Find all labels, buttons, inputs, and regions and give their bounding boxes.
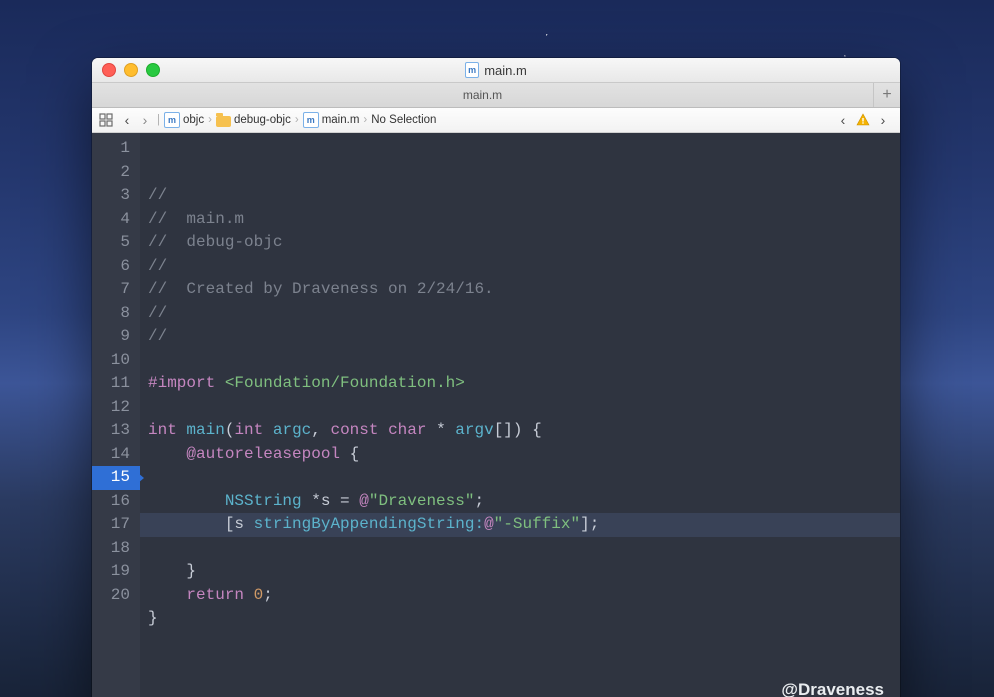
line-number: 17	[108, 513, 130, 537]
code-line[interactable]: //	[148, 302, 900, 326]
code-line[interactable]: //	[148, 255, 900, 279]
line-number: 13	[108, 419, 130, 443]
jumpbar-item-objc[interactable]: m objc	[163, 112, 205, 128]
tab-main-m[interactable]: main.m	[92, 83, 874, 107]
line-number: 6	[108, 255, 130, 279]
minimize-icon[interactable]	[124, 63, 138, 77]
tab-label: main.m	[463, 88, 502, 102]
line-number: 15	[92, 466, 140, 490]
code-line[interactable]: }	[148, 560, 900, 584]
window-title-text: main.m	[484, 63, 527, 78]
traffic-lights	[92, 63, 160, 77]
line-number: 14	[108, 443, 130, 467]
jumpbar-label: objc	[183, 114, 204, 126]
line-number: 8	[108, 302, 130, 326]
code-line[interactable]	[148, 631, 900, 655]
jumpbar-separator: |	[154, 114, 163, 126]
jump-bar: ‹ › | m objc › debug-objc › m main.m ›	[92, 108, 900, 133]
code-line[interactable]: // debug-objc	[148, 231, 900, 255]
code-line[interactable]	[148, 396, 900, 420]
code-editor[interactable]: 1234567891011121314151617181920 //// mai…	[92, 133, 900, 697]
jumpbar-item-debug-objc[interactable]: debug-objc	[215, 114, 292, 126]
line-number: 19	[108, 560, 130, 584]
window-title: m main.m	[92, 63, 900, 78]
jumpbar-label: main.m	[322, 114, 360, 126]
code-line[interactable]: //	[148, 184, 900, 208]
line-number: 11	[108, 372, 130, 396]
line-number: 2	[108, 161, 130, 185]
code-line[interactable]	[148, 349, 900, 373]
line-number: 18	[108, 537, 130, 561]
line-number: 9	[108, 325, 130, 349]
related-items-icon[interactable]	[98, 112, 114, 128]
document-icon: m	[465, 63, 479, 77]
code-line[interactable]: // Created by Draveness on 2/24/16.	[148, 278, 900, 302]
code-line[interactable]	[148, 466, 900, 490]
nav-back-button[interactable]: ‹	[118, 112, 136, 128]
nav-forward-button[interactable]: ›	[136, 112, 154, 128]
jumpbar-item-no-selection[interactable]: No Selection	[370, 114, 437, 126]
folder-icon	[216, 116, 231, 127]
warning-icon[interactable]	[856, 113, 870, 127]
file-m-icon: m	[303, 112, 319, 128]
file-m-icon: m	[164, 112, 180, 128]
zoom-icon[interactable]	[146, 63, 160, 77]
code-line[interactable]: @autoreleasepool {	[148, 443, 900, 467]
code-line[interactable]: }	[148, 607, 900, 631]
desktop-background: m main.m main.m + ‹ › | m	[0, 0, 994, 697]
code-area[interactable]: //// main.m// debug-objc//// Created by …	[140, 133, 900, 697]
line-number: 3	[108, 184, 130, 208]
jumpbar-item-main-m[interactable]: m main.m	[302, 112, 361, 128]
code-line[interactable]: // main.m	[148, 208, 900, 232]
jumpbar-label: No Selection	[371, 114, 436, 126]
code-line[interactable]: //	[148, 325, 900, 349]
titlebar: m main.m	[92, 58, 900, 83]
line-number: 10	[108, 349, 130, 373]
jumpbar-label: debug-objc	[234, 114, 291, 126]
tab-bar: main.m +	[92, 83, 900, 108]
issues-forward-button[interactable]: ›	[874, 112, 892, 128]
line-number: 5	[108, 231, 130, 255]
xcode-window: m main.m main.m + ‹ › | m	[92, 58, 900, 697]
code-line[interactable]: #import <Foundation/Foundation.h>	[148, 372, 900, 396]
line-number: 4	[108, 208, 130, 232]
issues-back-button[interactable]: ‹	[834, 112, 852, 128]
line-number-gutter: 1234567891011121314151617181920	[92, 133, 140, 697]
chevron-right-icon: ›	[360, 114, 370, 126]
code-line[interactable]	[148, 537, 900, 561]
line-number: 16	[108, 490, 130, 514]
new-tab-button[interactable]: +	[874, 83, 900, 107]
line-number: 20	[108, 584, 130, 608]
line-number: 7	[108, 278, 130, 302]
code-line[interactable]: NSString *s = @"Draveness";	[148, 490, 900, 514]
code-line[interactable]: return 0;	[148, 584, 900, 608]
chevron-right-icon: ›	[292, 114, 302, 126]
line-number: 1	[108, 137, 130, 161]
close-icon[interactable]	[102, 63, 116, 77]
chevron-right-icon: ›	[205, 114, 215, 126]
line-number: 12	[108, 396, 130, 420]
code-line[interactable]: [s stringByAppendingString:@"-Suffix"];	[140, 513, 900, 537]
code-line[interactable]: int main(int argc, const char * argv[]) …	[148, 419, 900, 443]
watermark: @Draveness	[781, 678, 884, 697]
